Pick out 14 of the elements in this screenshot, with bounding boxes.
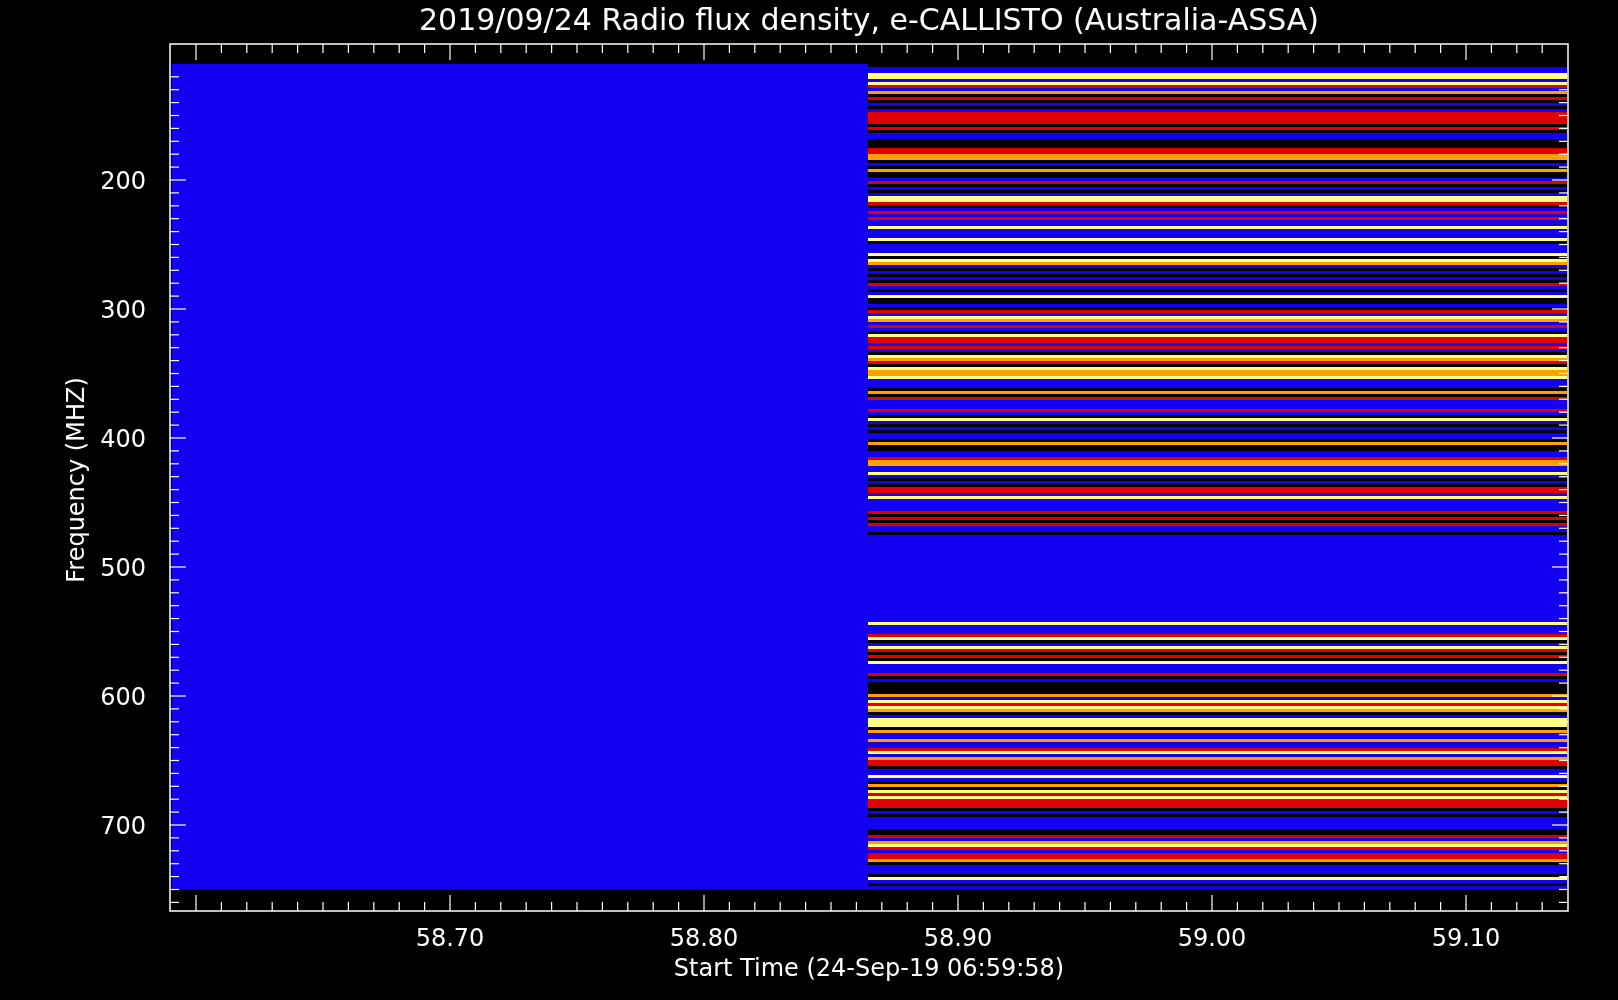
x-axis-label: Start Time (24-Sep-19 06:59:58) <box>673 954 1065 982</box>
y-tick-label: 600 <box>100 683 146 711</box>
y-tick-label: 700 <box>100 812 146 840</box>
y-tick-label: 200 <box>100 167 146 195</box>
chart-title: 2019/09/24 Radio flux density, e-CALLISTO (Australia-ASSA) <box>418 2 1320 37</box>
x-tick-label: 58.70 <box>415 924 485 952</box>
y-axis-label: Frequency (MHZ) <box>62 377 90 583</box>
x-tick-label: 58.90 <box>923 924 993 952</box>
x-tick-label: 58.80 <box>669 924 739 952</box>
x-tick-label: 59.10 <box>1431 924 1501 952</box>
x-tick-label: 59.00 <box>1177 924 1247 952</box>
y-tick-label: 300 <box>100 296 146 324</box>
y-tick-label: 400 <box>100 425 146 453</box>
y-tick-label: 500 <box>100 554 146 582</box>
